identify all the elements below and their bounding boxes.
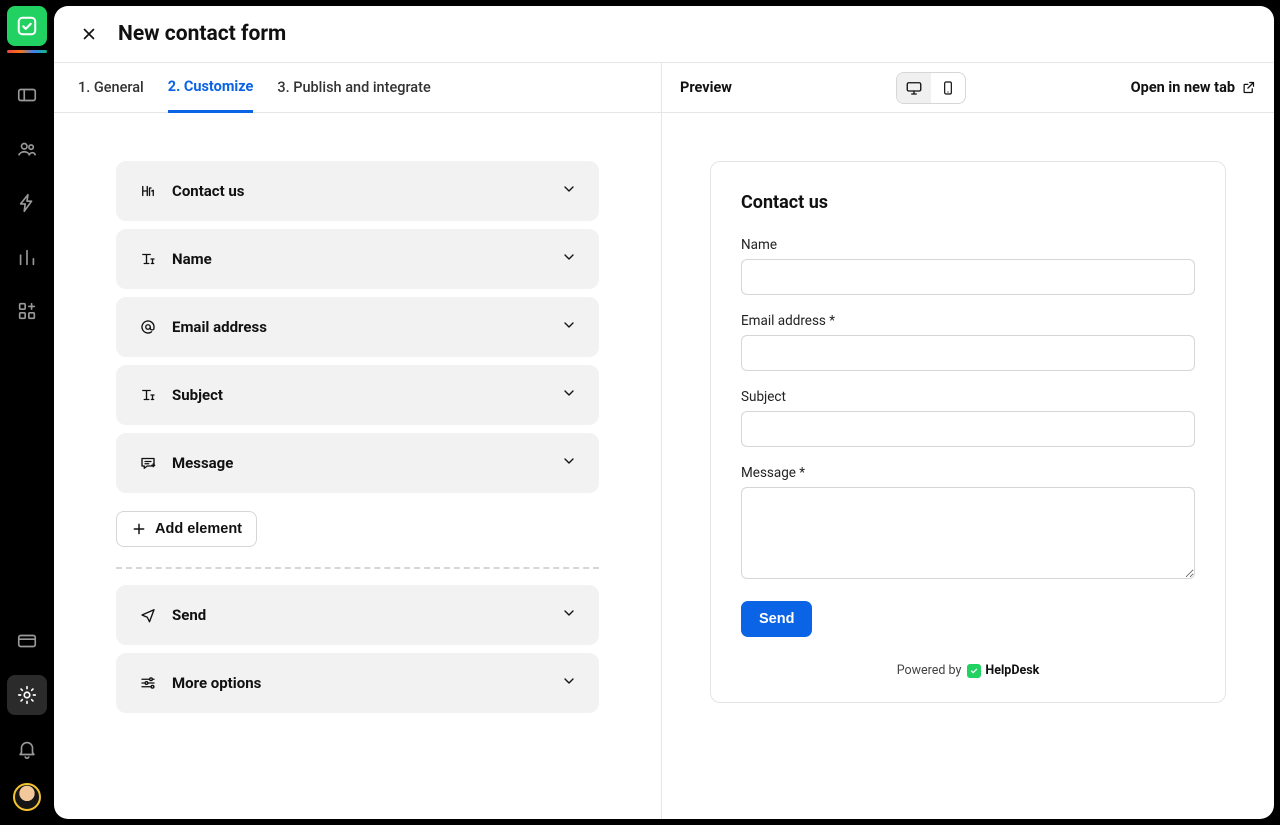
element-label: Send [172, 606, 547, 624]
sidebar-item-apps[interactable] [7, 291, 47, 331]
app-sidebar [0, 0, 54, 825]
plus-icon [131, 521, 147, 537]
device-toggle [896, 72, 966, 104]
people-icon [16, 138, 38, 160]
section-divider [116, 567, 599, 569]
device-mobile-button[interactable] [931, 73, 965, 103]
preview-form-title: Contact us [741, 192, 1195, 213]
message-input[interactable] [741, 487, 1195, 579]
chevron-down-icon [561, 181, 577, 201]
customize-elements-pane: Contact us Name Email address [54, 113, 662, 819]
open-in-new-tab-label: Open in new tab [1131, 79, 1235, 96]
tab-publish[interactable]: 3. Publish and integrate [277, 64, 430, 111]
add-element-label: Add element [155, 521, 242, 537]
logo-accent [7, 50, 47, 53]
grid-plus-icon [16, 300, 38, 322]
chevron-down-icon [561, 385, 577, 405]
phone-icon [940, 79, 956, 97]
bell-icon [16, 738, 38, 760]
element-subject[interactable]: Subject [116, 365, 599, 425]
open-in-new-tab-button[interactable]: Open in new tab [1131, 79, 1256, 96]
ticket-icon [16, 84, 38, 106]
email-input[interactable] [741, 335, 1195, 371]
at-icon [138, 317, 158, 337]
chevron-down-icon [561, 605, 577, 625]
chevron-down-icon [561, 673, 577, 693]
user-avatar[interactable] [13, 783, 41, 811]
element-label: More options [172, 674, 547, 692]
element-more-options[interactable]: More options [116, 653, 599, 713]
message-icon [138, 453, 158, 473]
name-label: Name [741, 237, 1195, 253]
sidebar-item-settings[interactable] [7, 675, 47, 715]
close-button[interactable] [78, 23, 100, 45]
device-desktop-button[interactable] [897, 73, 931, 103]
powered-by: Powered by HelpDesk [741, 663, 1195, 678]
subject-input[interactable] [741, 411, 1195, 447]
element-name[interactable]: Name [116, 229, 599, 289]
checkbox-icon [16, 15, 38, 37]
bolt-icon [16, 192, 38, 214]
sidebar-item-automations[interactable] [7, 183, 47, 223]
external-link-icon [1241, 80, 1256, 95]
text-icon [138, 249, 158, 269]
element-email[interactable]: Email address [116, 297, 599, 357]
element-label: Message [172, 454, 547, 472]
chevron-down-icon [561, 317, 577, 337]
add-element-button[interactable]: Add element [116, 511, 257, 547]
element-label: Contact us [172, 182, 547, 200]
chart-icon [16, 246, 38, 268]
app-logo[interactable] [7, 6, 47, 46]
message-label: Message * [741, 465, 1195, 481]
chevron-down-icon [561, 249, 577, 269]
element-label: Email address [172, 318, 547, 336]
gear-icon [16, 684, 38, 706]
preview-label: Preview [680, 79, 732, 96]
heading-icon [138, 181, 158, 201]
brand-check-icon [967, 664, 981, 678]
brand-name: HelpDesk [985, 663, 1039, 678]
email-label: Email address * [741, 313, 1195, 329]
titlebar: New contact form [54, 6, 1274, 62]
close-icon [80, 25, 98, 43]
element-label: Name [172, 250, 547, 268]
send-button-label: Send [759, 611, 794, 627]
subheader: 1. General 2. Customize 3. Publish and i… [54, 62, 1274, 113]
preview-controls: Preview Open in new tab [662, 63, 1274, 112]
sidebar-item-tickets[interactable] [7, 75, 47, 115]
tab-customize[interactable]: 2. Customize [168, 63, 254, 113]
step-tabs: 1. General 2. Customize 3. Publish and i… [54, 63, 662, 112]
preview-card: Contact us Name Email address * Subject … [710, 161, 1226, 703]
main-panel: New contact form 1. General 2. Customize… [54, 6, 1274, 819]
card-icon [16, 630, 38, 652]
send-icon [138, 605, 158, 625]
element-message[interactable]: Message [116, 433, 599, 493]
sidebar-item-billing[interactable] [7, 621, 47, 661]
sidebar-item-notifications[interactable] [7, 729, 47, 769]
chevron-down-icon [561, 453, 577, 473]
element-label: Subject [172, 386, 547, 404]
powered-by-text: Powered by [897, 663, 962, 678]
preview-pane: Contact us Name Email address * Subject … [662, 113, 1274, 819]
sidebar-item-reports[interactable] [7, 237, 47, 277]
element-send[interactable]: Send [116, 585, 599, 645]
element-contact-us[interactable]: Contact us [116, 161, 599, 221]
tab-general[interactable]: 1. General [78, 64, 144, 111]
name-input[interactable] [741, 259, 1195, 295]
subject-label: Subject [741, 389, 1195, 405]
monitor-icon [905, 79, 923, 97]
sliders-icon [138, 673, 158, 693]
text-icon [138, 385, 158, 405]
page-title: New contact form [118, 22, 286, 46]
send-button[interactable]: Send [741, 601, 812, 637]
sidebar-item-people[interactable] [7, 129, 47, 169]
helpdesk-brand[interactable]: HelpDesk [967, 663, 1039, 678]
